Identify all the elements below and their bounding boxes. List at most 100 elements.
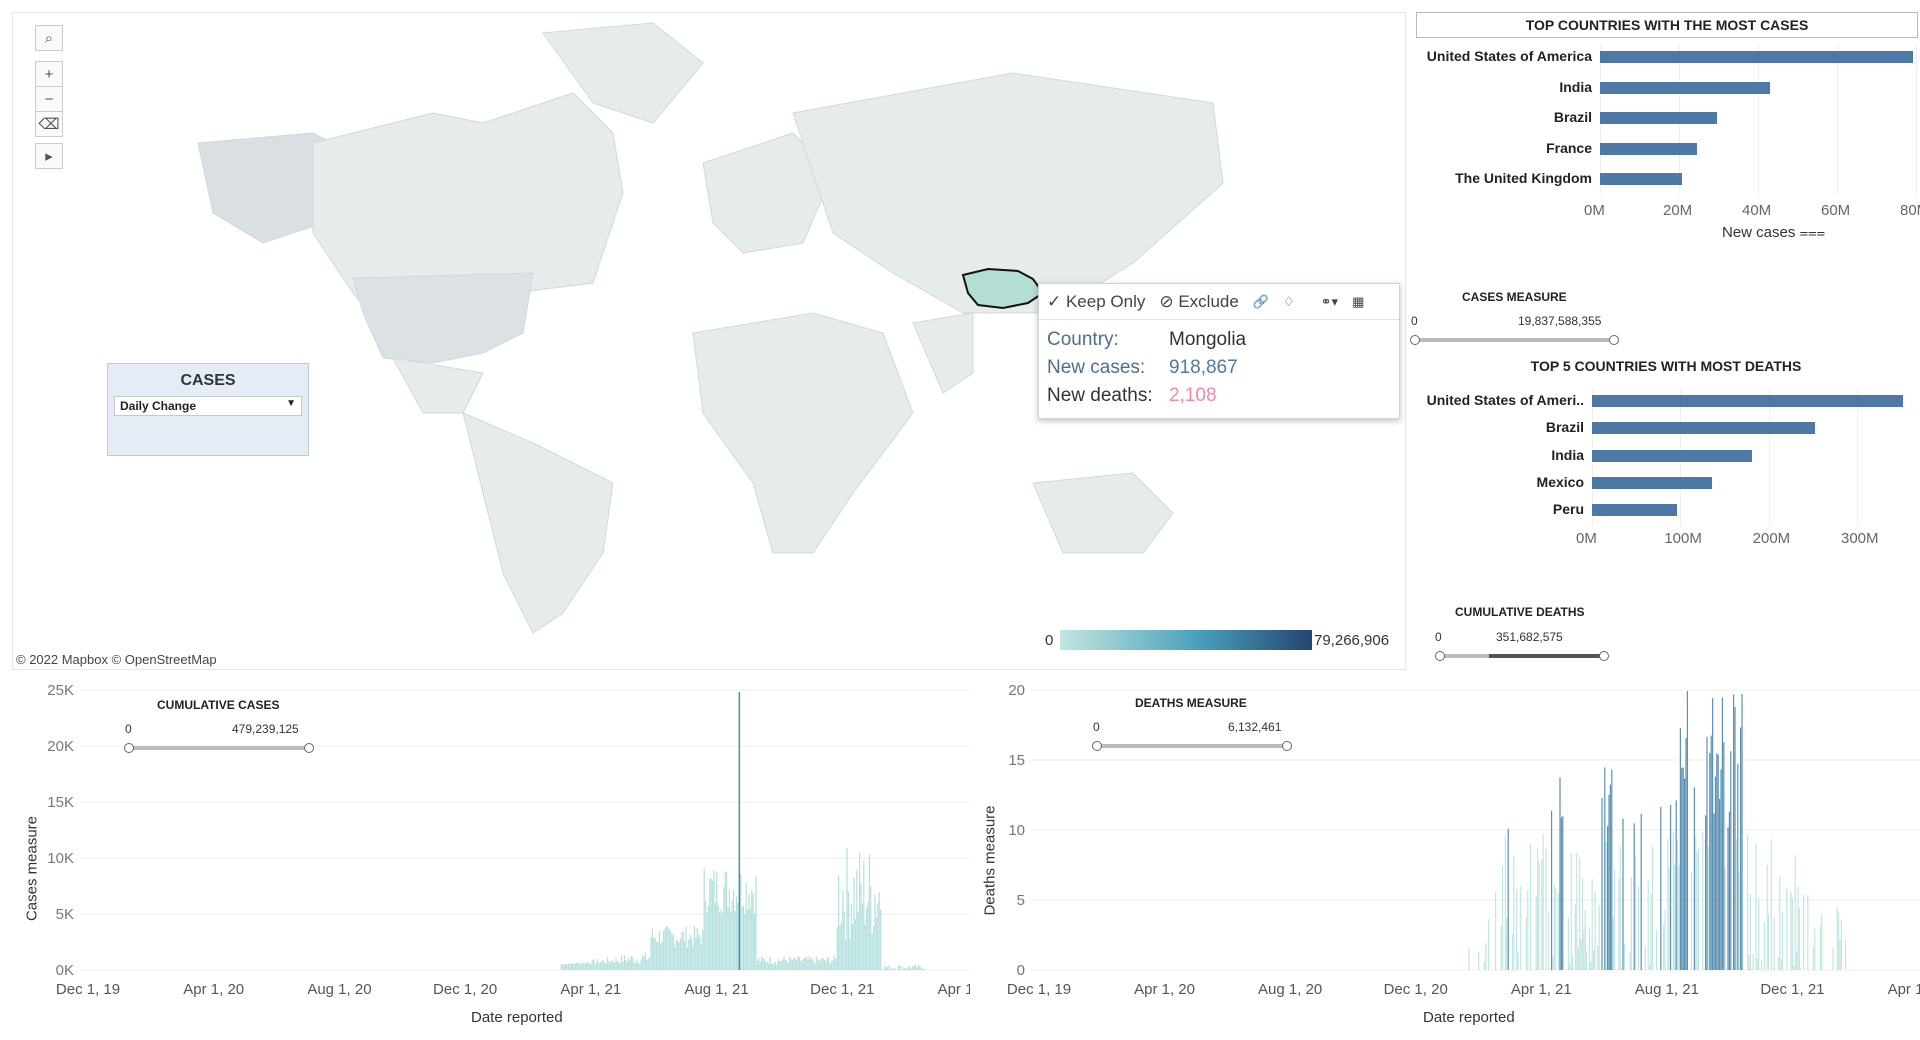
bar[interactable]	[1592, 476, 1713, 489]
deaths-measure-slider[interactable]	[1097, 744, 1287, 748]
daily-bar	[913, 965, 915, 970]
daily-bar	[831, 961, 833, 970]
cases-measure-label: CASES MEASURE	[1462, 290, 1567, 304]
keep-only-button[interactable]: ✓ Keep Only	[1047, 292, 1145, 312]
daily-bar	[812, 960, 814, 970]
top-deaths-chart[interactable]: 0M 100M 200M 300M United States of Ameri.. Br…	[1406, 388, 1918, 558]
daily-bar	[815, 956, 817, 970]
daily-bar	[860, 883, 862, 970]
daily-bar	[801, 960, 803, 970]
bar[interactable]	[1592, 449, 1752, 462]
daily-bar	[607, 957, 609, 970]
daily-bar	[1660, 806, 1662, 970]
x-tick-label: Dec 1, 20	[1384, 981, 1448, 998]
exclude-button[interactable]: ⊘ Exclude	[1159, 292, 1238, 312]
bar[interactable]	[1592, 395, 1903, 407]
cases-timeline-ylabel-box: Cases measure	[20, 800, 44, 940]
daily-bar	[1713, 813, 1715, 970]
daily-bar	[705, 900, 707, 970]
daily-bar	[868, 854, 870, 970]
daily-bar	[916, 967, 918, 970]
top-cases-chart[interactable]: 0M 20M 40M 60M 80M United States of America In…	[1416, 44, 1920, 244]
daily-bar	[842, 890, 844, 970]
bar[interactable]	[1600, 173, 1682, 185]
daily-bar	[840, 922, 842, 970]
daily-bar	[623, 955, 625, 970]
x-tick-label: Apr 1, 22	[1888, 981, 1920, 998]
bar[interactable]	[1600, 51, 1914, 63]
daily-bar	[885, 967, 887, 970]
daily-bar	[811, 957, 813, 970]
daily-bar	[756, 960, 758, 970]
cases-parameter-dropdown[interactable]: Daily Change ▼	[114, 396, 302, 416]
cumulative-deaths-max-handle[interactable]	[1599, 651, 1609, 661]
deaths-measure-max-handle[interactable]	[1282, 741, 1292, 751]
group-icon[interactable]: 🔗	[1253, 294, 1269, 310]
y-tick-label: 10K	[47, 850, 74, 867]
daily-bar	[1737, 764, 1739, 970]
bar[interactable]	[1600, 142, 1697, 155]
daily-bar	[804, 957, 806, 970]
bar[interactable]	[1600, 112, 1718, 124]
bar-category-label: The United Kingdom	[1455, 170, 1592, 186]
daily-bar	[584, 963, 586, 970]
pin-icon[interactable]: ♢	[1283, 294, 1295, 310]
daily-bar	[716, 872, 718, 970]
deaths-timeline-chart[interactable]: 20 15 10 5 0 Dec 1, 19 Apr 1, 20 Aug 1, 20 Dec 1…	[975, 678, 1920, 1040]
daily-bar	[593, 959, 595, 970]
daily-bar	[693, 925, 695, 970]
daily-bar	[699, 937, 701, 970]
view-data-icon[interactable]: ▦	[1352, 294, 1364, 310]
daily-bar	[714, 902, 716, 970]
daily-bar	[777, 959, 779, 970]
daily-bar	[775, 961, 777, 970]
daily-bar	[790, 958, 792, 970]
bar[interactable]	[1600, 81, 1770, 94]
daily-bar	[1483, 961, 1485, 970]
cumulative-deaths-min-handle[interactable]	[1435, 651, 1445, 661]
cumulative-cases-min-handle[interactable]	[124, 743, 134, 753]
cases-measure-min-handle[interactable]	[1410, 335, 1420, 345]
play-icon[interactable]: ▸	[35, 143, 63, 169]
cumulative-deaths-slider[interactable]	[1440, 654, 1604, 658]
daily-bar	[821, 958, 823, 970]
timeline-plot[interactable]: 20 15 10 5 0 Dec 1, 19 Apr 1, 20 Aug 1, 20 Dec 1…	[975, 678, 1920, 1040]
daily-bar	[836, 926, 838, 970]
daily-bar	[864, 924, 866, 970]
daily-bar	[1807, 894, 1809, 970]
timeline-plot[interactable]: 25K 20K 15K 10K 5K 0K Dec 1, 19 Apr 1, 20 Aug 1,…	[12, 678, 970, 1040]
cases-measure-slider[interactable]	[1416, 338, 1614, 342]
daily-bar	[685, 926, 687, 970]
cumulative-deaths-max: 351,682,575	[1496, 630, 1563, 644]
daily-bar	[797, 956, 799, 970]
daily-bar	[770, 963, 772, 970]
daily-bar	[600, 961, 602, 970]
deaths-measure-label: DEATHS MEASURE	[1135, 696, 1247, 710]
sort-icon[interactable]: ⩶	[1800, 224, 1826, 241]
zoom-in-icon[interactable]: +	[35, 61, 63, 87]
deaths-measure-min-handle[interactable]	[1092, 741, 1102, 751]
x-tick-label: 0M	[1584, 202, 1605, 219]
daily-bar	[917, 964, 919, 970]
search-icon[interactable]: ⌕	[35, 25, 63, 51]
bar[interactable]	[1592, 504, 1677, 517]
daily-bar	[566, 963, 568, 970]
daily-bar	[1782, 911, 1784, 970]
daily-bar	[847, 891, 849, 970]
tooltip-deaths-label: New deaths:	[1047, 385, 1153, 406]
clear-selection-icon[interactable]: ⌫	[35, 111, 63, 137]
daily-bar	[1720, 769, 1722, 970]
set-icon[interactable]: ⚭▾	[1321, 294, 1338, 310]
cumulative-cases-slider[interactable]	[129, 746, 309, 750]
cumulative-cases-max-handle[interactable]	[304, 743, 314, 753]
zoom-out-icon[interactable]: −	[35, 86, 63, 112]
daily-bar	[807, 959, 809, 970]
cases-measure-max-handle[interactable]	[1609, 335, 1619, 345]
daily-bar	[920, 967, 922, 970]
cases-timeline-chart[interactable]: 25K 20K 15K 10K 5K 0K Dec 1, 19 Apr 1, 20 Aug 1,…	[12, 678, 970, 1040]
cases-measure-min: 0	[1411, 314, 1418, 328]
daily-bar	[1502, 866, 1504, 970]
bar[interactable]	[1592, 422, 1816, 435]
daily-bar	[789, 956, 791, 970]
daily-bar	[1717, 754, 1719, 970]
